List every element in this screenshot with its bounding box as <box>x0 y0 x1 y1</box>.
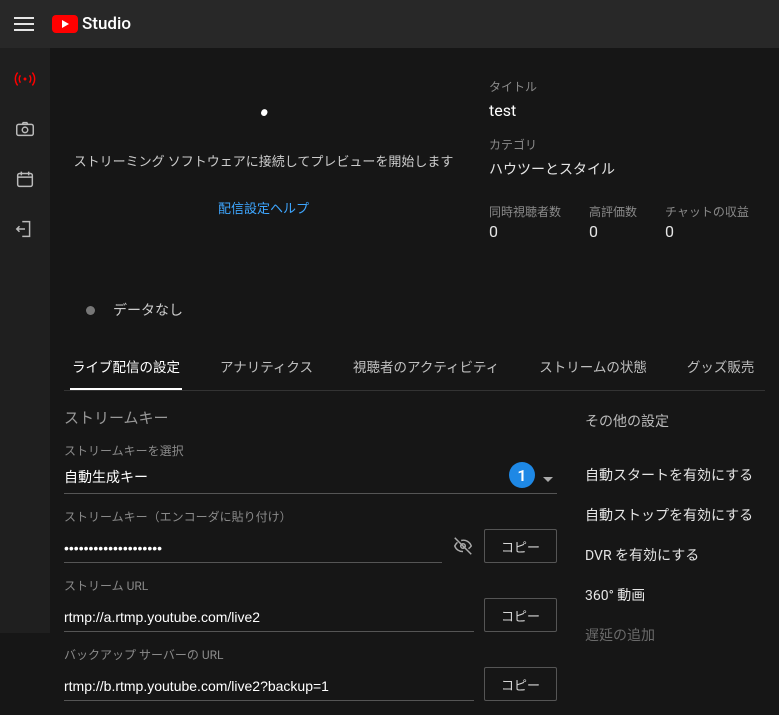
360-video-option[interactable]: 360° 動画 <box>585 585 765 605</box>
stat-concurrent: 同時視聴者数 0 <box>489 203 561 241</box>
stat-chat-revenue: チャットの収益 0 <box>665 203 749 241</box>
tab-analytics[interactable]: アナリティクス <box>218 344 315 390</box>
category-label: カテゴリ <box>489 136 751 153</box>
exit-icon[interactable] <box>14 218 36 240</box>
live-stream-icon[interactable] <box>14 68 36 90</box>
tab-stream-settings[interactable]: ライブ配信の設定 <box>70 344 182 390</box>
latency-option[interactable]: 遅延の追加 <box>585 625 765 645</box>
app-header: Studio <box>0 0 779 48</box>
preview-panel: ストリーミング ソフトウェアに接続してプレビューを開始します 配信設定ヘルプ <box>64 62 463 276</box>
auto-start-option[interactable]: 自動スタートを有効にする <box>585 465 765 485</box>
title-label: タイトル <box>489 78 751 95</box>
calendar-icon[interactable] <box>14 168 36 190</box>
tab-stream-health[interactable]: ストリームの状態 <box>537 344 649 390</box>
stream-key-select[interactable]: ストリームキーを選択 自動生成キー 1 <box>64 442 557 494</box>
stream-key-field[interactable] <box>64 536 442 563</box>
hamburger-menu-icon[interactable] <box>14 17 34 31</box>
backup-url-field[interactable] <box>64 674 474 701</box>
preview-message: ストリーミング ソフトウェアに接続してプレビューを開始します <box>74 151 454 170</box>
status-bar: データなし <box>64 290 765 330</box>
tab-bar: ライブ配信の設定 アナリティクス 視聴者のアクティビティ ストリームの状態 グッ… <box>64 344 765 391</box>
auto-stop-option[interactable]: 自動ストップを有効にする <box>585 505 765 525</box>
left-rail <box>0 48 50 633</box>
youtube-play-icon <box>52 15 78 33</box>
step-badge: 1 <box>509 462 535 488</box>
tab-merchandise[interactable]: グッズ販売 <box>685 344 757 390</box>
copy-url-button[interactable]: コピー <box>484 598 557 632</box>
stream-url-field[interactable] <box>64 605 474 632</box>
chevron-down-icon <box>543 477 553 482</box>
camera-icon[interactable] <box>14 118 36 140</box>
other-settings-heading: その他の設定 <box>585 411 765 431</box>
status-text: データなし <box>113 300 183 320</box>
stream-info-panel: タイトル test カテゴリ ハウツーとスタイル 同時視聴者数 0 高評価数 0… <box>475 62 765 276</box>
copy-backup-button[interactable]: コピー <box>484 667 557 701</box>
loading-spinner-icon <box>259 109 267 117</box>
copy-key-button[interactable]: コピー <box>484 529 557 563</box>
tab-viewer-activity[interactable]: 視聴者のアクティビティ <box>351 344 501 390</box>
category-value: ハウツーとスタイル <box>489 159 751 179</box>
visibility-off-icon[interactable] <box>452 535 474 557</box>
stream-key-select-value: 自動生成キー <box>64 463 557 494</box>
main-area: ストリーミング ソフトウェアに接続してプレビューを開始します 配信設定ヘルプ タ… <box>50 48 779 633</box>
dvr-option[interactable]: DVR を有効にする <box>585 545 765 565</box>
logo-text: Studio <box>82 14 131 34</box>
title-value: test <box>489 101 751 120</box>
studio-logo[interactable]: Studio <box>52 14 131 34</box>
status-dot-icon <box>86 306 95 315</box>
stat-likes: 高評価数 0 <box>589 203 637 241</box>
stream-settings-help-link[interactable]: 配信設定ヘルプ <box>218 198 309 217</box>
stream-key-heading: ストリームキー <box>64 407 557 428</box>
